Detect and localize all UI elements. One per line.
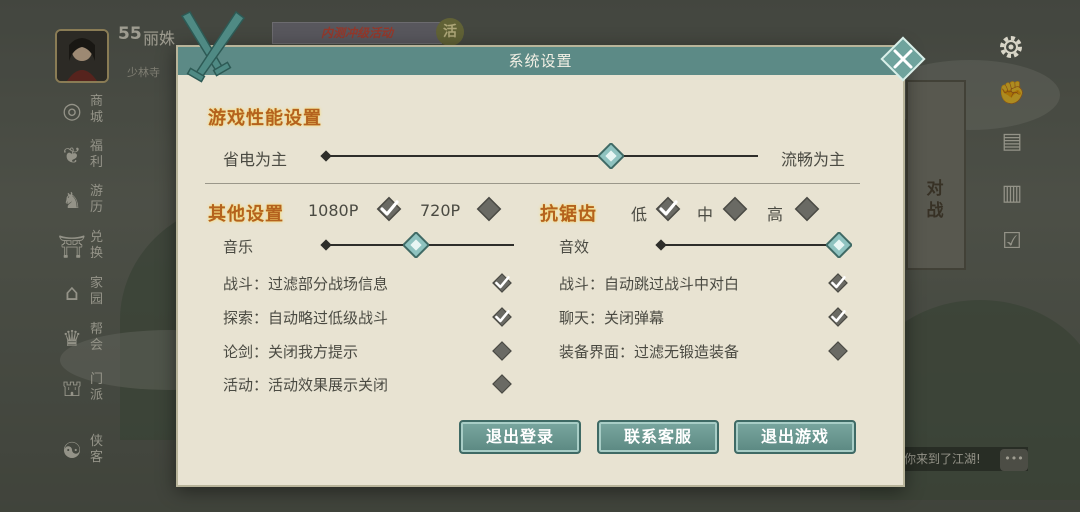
aa-low-checkbox[interactable]	[653, 194, 683, 224]
res-1080-checkbox[interactable]	[374, 194, 404, 224]
option-checkbox[interactable]	[826, 339, 850, 363]
option-checkbox[interactable]	[826, 271, 850, 295]
option-label: 探索：自动略过低级战斗	[223, 309, 389, 327]
music-label: 音乐	[223, 238, 254, 256]
gear-icon[interactable]	[996, 32, 1026, 62]
option-label: 装备界面：过滤无锻造装备	[559, 343, 740, 361]
performance-section-title: 游戏性能设置	[208, 108, 322, 129]
aa-high-label: 高	[767, 205, 784, 224]
contact-support-button[interactable]: 联系客服	[597, 420, 719, 454]
aa-mid-checkbox[interactable]	[720, 194, 750, 224]
slider-track	[326, 155, 758, 157]
aa-high-checkbox[interactable]	[792, 194, 822, 224]
exit-game-button[interactable]: 退出游戏	[734, 420, 856, 454]
res-1080-label: 1080P	[308, 201, 359, 220]
logout-button[interactable]: 退出登录	[459, 420, 581, 454]
aa-section-title: 抗锯齿	[540, 204, 597, 225]
dialog-title: 系统设置	[508, 52, 573, 70]
music-volume-slider[interactable]	[320, 232, 514, 258]
option-checkbox[interactable]	[826, 305, 850, 329]
power-saving-label: 省电为主	[223, 150, 288, 169]
slider-track	[661, 244, 839, 246]
option-label: 战斗：过滤部分战场信息	[223, 275, 389, 293]
other-section-title: 其他设置	[208, 204, 284, 225]
option-checkbox[interactable]	[490, 339, 514, 363]
res-720-label: 720P	[420, 201, 461, 220]
aa-low-label: 低	[631, 205, 648, 224]
sfx-label: 音效	[559, 238, 590, 256]
option-checkbox[interactable]	[490, 305, 514, 329]
sfx-volume-slider[interactable]	[655, 232, 852, 258]
option-checkbox[interactable]	[490, 372, 514, 396]
slider-thumb[interactable]	[826, 232, 852, 258]
close-icon[interactable]	[880, 36, 926, 82]
dialog-titlebar: 系统设置	[178, 47, 903, 75]
option-label: 聊天：关闭弹幕	[559, 309, 665, 327]
res-720-checkbox[interactable]	[474, 194, 504, 224]
section-divider	[205, 183, 860, 184]
option-label: 论剑：关闭我方提示	[223, 343, 359, 361]
aa-mid-label: 中	[697, 205, 714, 224]
smooth-label: 流畅为主	[781, 150, 846, 169]
option-label: 活动：活动效果展示关闭	[223, 376, 389, 394]
slider-thumb[interactable]	[403, 232, 430, 258]
slider-thumb[interactable]	[598, 143, 625, 169]
option-checkbox[interactable]	[490, 271, 514, 295]
performance-slider[interactable]	[320, 143, 758, 169]
option-label: 战斗：自动跳过战斗中对白	[559, 275, 740, 293]
